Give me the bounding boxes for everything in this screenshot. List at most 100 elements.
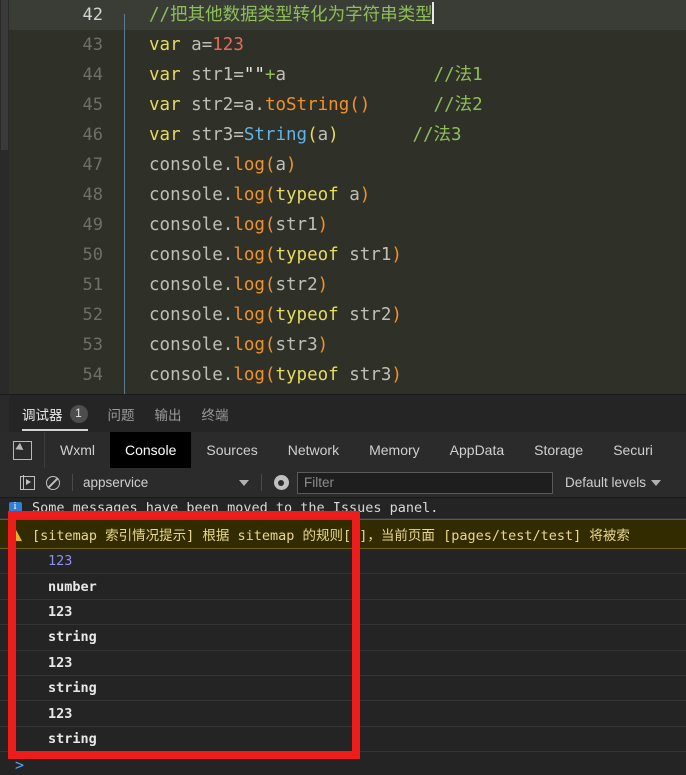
- devtools-tab-label: Network: [287, 442, 340, 458]
- console-row-log[interactable]: 123: [0, 651, 686, 676]
- console-message-list[interactable]: Some messages have been moved to the Iss…: [0, 498, 686, 775]
- code-token: .: [222, 155, 234, 175]
- prompt-chevron-icon: >: [15, 756, 25, 775]
- code-token: //法1: [433, 65, 483, 85]
- console-row-log[interactable]: number: [0, 574, 686, 600]
- code-line[interactable]: 53 console.log(str3): [9, 330, 686, 375]
- console-row-log[interactable]: string: [0, 625, 686, 651]
- line-number: 51: [82, 275, 103, 295]
- line-number: 49: [82, 215, 103, 235]
- code-token: String: [243, 125, 308, 145]
- code-line[interactable]: 45 var str2=a.toString() //法2: [9, 90, 686, 135]
- code-token: .: [222, 275, 234, 295]
- panel-tab-2[interactable]: 问题: [108, 395, 135, 433]
- console-settings-eye-button[interactable]: [268, 470, 294, 496]
- code-token: var: [149, 65, 192, 85]
- code-token: console: [149, 245, 223, 265]
- devtools-tab-appdata[interactable]: AppData: [435, 432, 519, 468]
- panel-tab-3[interactable]: 输出: [155, 395, 182, 433]
- code-line[interactable]: 44 var str1=""+a //法1: [9, 60, 686, 105]
- devtools-tab-network[interactable]: Network: [273, 432, 354, 468]
- code-token: (: [264, 185, 276, 205]
- execution-context-select[interactable]: appservice: [79, 470, 255, 496]
- code-line[interactable]: 52 console.log(typeof str2): [9, 300, 686, 345]
- code-line-text: var str1=""+a //法1: [132, 60, 483, 90]
- code-line-text: var str2=a.toString() //法2: [132, 90, 483, 120]
- inspect-element-button[interactable]: [0, 432, 45, 468]
- code-token: ): [391, 365, 402, 385]
- bottom-panel-tabstrip: 调试器 1 问题 输出 终端: [0, 394, 686, 433]
- toolbar-divider-1: [72, 474, 73, 491]
- devtools-tab-storage[interactable]: Storage: [519, 432, 598, 468]
- code-line[interactable]: 54 console.log(typeof str3): [9, 360, 686, 394]
- code-line[interactable]: 46 var str3=String(a) //法3: [9, 120, 686, 165]
- code-line-text: console.log(typeof str2): [132, 300, 402, 330]
- line-number: 45: [82, 95, 103, 115]
- info-icon: [8, 500, 22, 515]
- code-token: str2: [275, 275, 318, 295]
- code-token: ): [359, 185, 371, 205]
- code-token: console: [149, 155, 223, 175]
- code-line-text: console.log(typeof str1): [132, 240, 402, 270]
- console-row-log[interactable]: 123: [0, 701, 686, 727]
- code-token: log: [233, 335, 265, 355]
- console-row-log[interactable]: 123: [0, 600, 686, 626]
- code-line[interactable]: 48 console.log(typeof a): [9, 180, 686, 225]
- code-token: //法3: [412, 125, 462, 145]
- code-line-text: console.log(a): [132, 150, 297, 180]
- code-token: .: [254, 95, 265, 115]
- line-number: 52: [82, 305, 103, 325]
- line-number: 54: [82, 365, 103, 385]
- code-token: (: [264, 215, 276, 235]
- code-line[interactable]: 51 console.log(str2): [9, 270, 686, 315]
- devtools-tab-memory[interactable]: Memory: [354, 432, 435, 468]
- no-entry-icon: [46, 475, 60, 490]
- code-line-text: console.log(str3): [132, 330, 328, 360]
- code-line[interactable]: 42 //把其他数据类型转化为字符串类型: [9, 0, 686, 45]
- console-filter-input[interactable]: Filter: [297, 471, 553, 494]
- line-number: 46: [82, 125, 103, 145]
- code-line[interactable]: 43 var a=123: [9, 30, 686, 75]
- clear-console-button[interactable]: [40, 470, 66, 496]
- console-row-log[interactable]: string: [0, 727, 686, 753]
- code-token: (: [264, 275, 276, 295]
- editor-scroll-thumb[interactable]: [1, 0, 8, 150]
- code-token: a: [275, 65, 287, 85]
- code-token: .: [222, 215, 234, 235]
- console-input-prompt[interactable]: >: [0, 752, 686, 775]
- code-line-text: console.log(str2): [132, 270, 328, 300]
- code-token: .: [222, 365, 234, 385]
- panel-tab-1[interactable]: 调试器 1: [22, 395, 88, 433]
- devtools-tab-wxml[interactable]: Wxml: [45, 432, 110, 468]
- devtools-tab-label: Memory: [369, 442, 420, 458]
- eye-icon: [273, 475, 289, 490]
- code-token: log: [233, 245, 265, 265]
- devtools-tab-sources[interactable]: Sources: [191, 432, 272, 468]
- devtools-tab-securi[interactable]: Securi: [598, 432, 668, 468]
- code-line[interactable]: 50 console.log(typeof str1): [9, 240, 686, 285]
- console-row-log[interactable]: 123: [0, 549, 686, 575]
- console-row-text: 123: [48, 654, 73, 671]
- code-token: (: [307, 125, 318, 145]
- log-levels-select[interactable]: Default levels: [565, 475, 662, 490]
- console-row-warn[interactable]: [sitemap 索引情况提示] 根据 sitemap 的规则[0]，当前页面 …: [0, 519, 686, 549]
- code-token: toString: [264, 95, 350, 115]
- code-editor[interactable]: 42//把其他数据类型转化为字符串类型 43 var a=123 44 var str1…: [0, 0, 686, 394]
- code-lines-container[interactable]: 42//把其他数据类型转化为字符串类型 43 var a=123 44 var str1…: [9, 0, 686, 394]
- code-line[interactable]: 47 console.log(a): [9, 150, 686, 195]
- code-token: log: [233, 365, 265, 385]
- devtools-tab-console[interactable]: Console: [110, 432, 192, 468]
- devtools-tabbar: Wxml Console Sources Network Memory AppData St…: [0, 432, 686, 469]
- panel-tab-4[interactable]: 终端: [202, 395, 229, 433]
- code-token: typeof: [275, 185, 339, 205]
- toolbar-divider-2: [261, 474, 262, 491]
- console-sidebar-toggle-button[interactable]: [14, 470, 40, 496]
- console-row-log[interactable]: string: [0, 676, 686, 702]
- code-line[interactable]: 49 console.log(str1): [9, 210, 686, 255]
- code-token: typeof: [275, 245, 339, 265]
- chevron-down-icon-levels: [651, 479, 662, 486]
- code-token: =: [201, 35, 213, 55]
- code-token: log: [233, 305, 265, 325]
- console-row-info[interactable]: Some messages have been moved to the Iss…: [0, 498, 686, 519]
- code-token: typeof: [275, 365, 339, 385]
